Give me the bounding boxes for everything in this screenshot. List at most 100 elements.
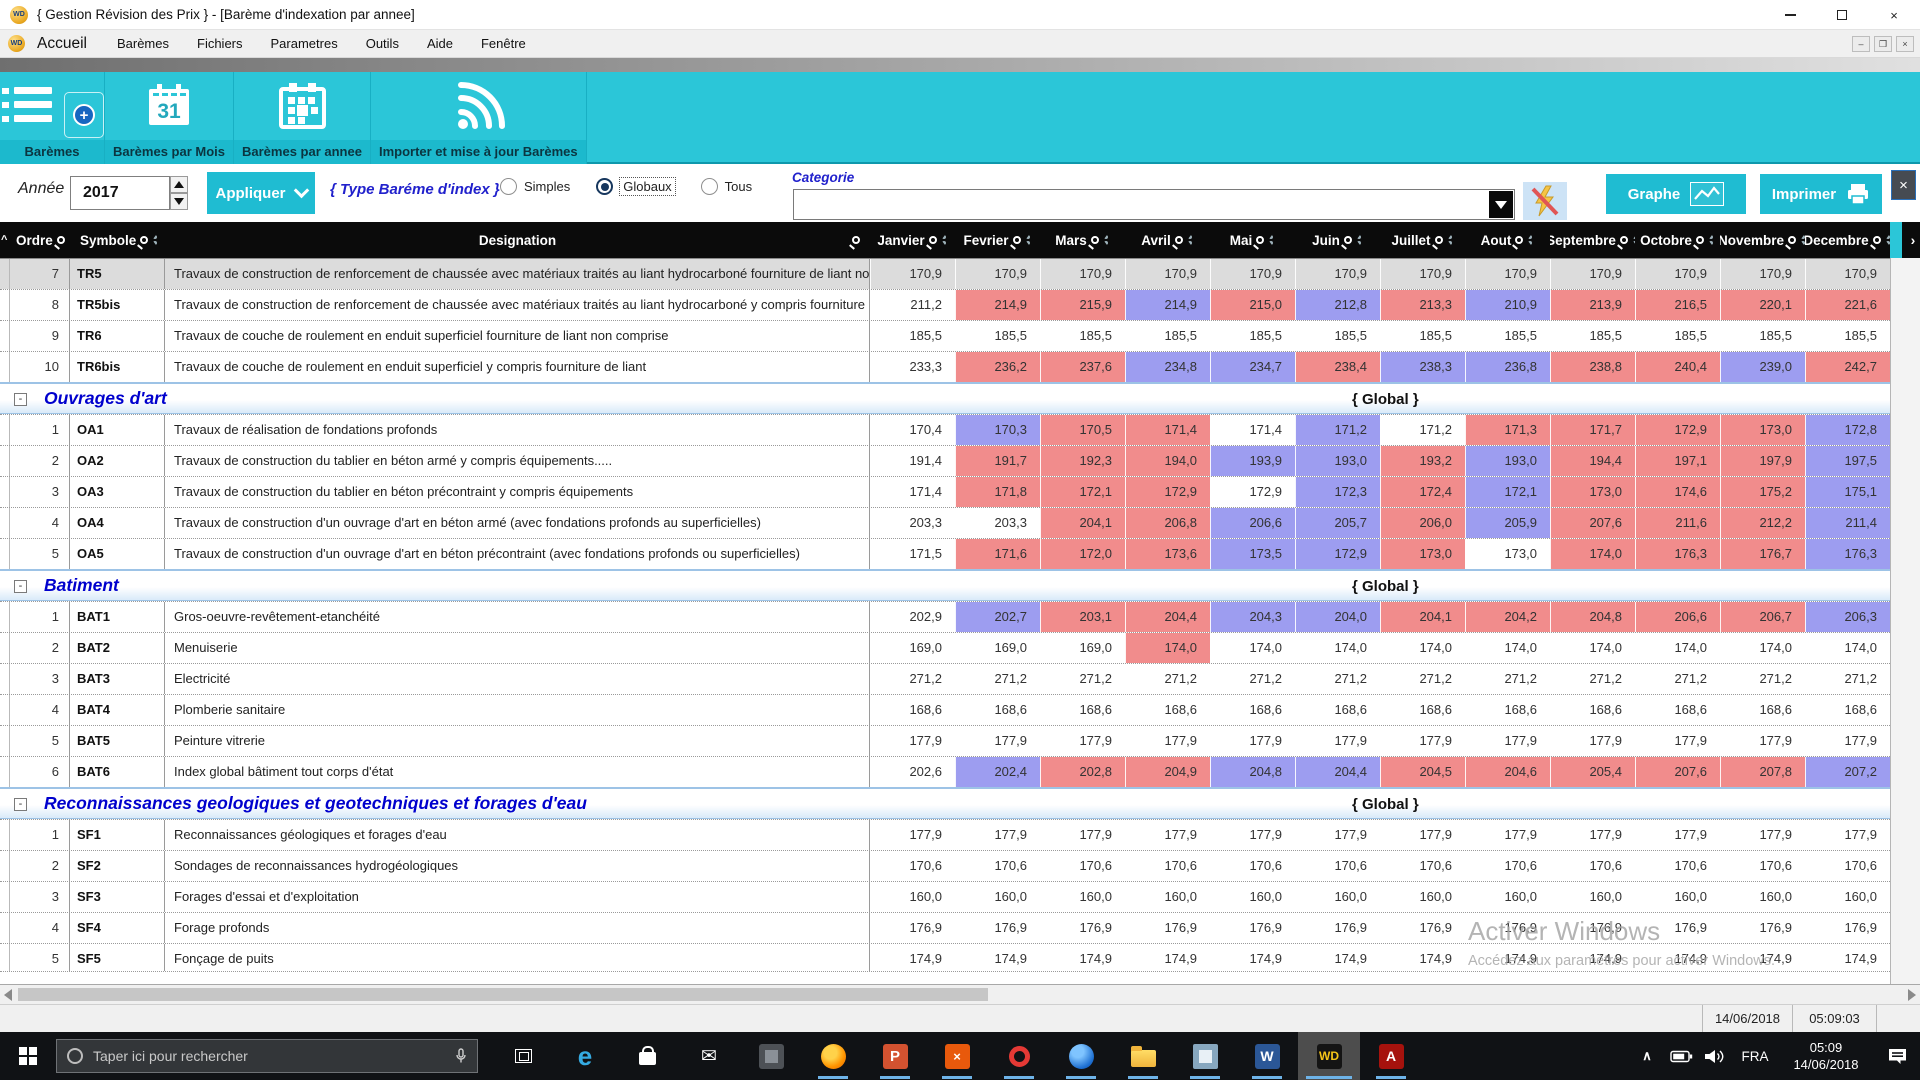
search-magnifier-icon[interactable] <box>1013 236 1021 244</box>
search-magnifier-icon[interactable] <box>1175 236 1183 244</box>
cell-month-value[interactable]: 170,5 <box>1040 415 1125 445</box>
search-magnifier-icon[interactable] <box>1515 236 1523 244</box>
cell-month-value[interactable]: 206,3 <box>1805 602 1890 632</box>
file-explorer-icon[interactable] <box>1112 1032 1174 1080</box>
no-flash-button[interactable] <box>1523 182 1567 220</box>
cell-month-value[interactable]: 170,6 <box>1805 851 1890 881</box>
cell-month-value[interactable]: 177,9 <box>955 820 1040 850</box>
cell-month-value[interactable]: 176,9 <box>955 913 1040 943</box>
orange-app-icon[interactable]: × <box>926 1032 988 1080</box>
cell-designation[interactable]: Travaux de construction du tablier en bé… <box>165 446 870 476</box>
cell-month-value[interactable]: 194,4 <box>1550 446 1635 476</box>
cell-month-value[interactable]: 170,9 <box>870 259 955 289</box>
header-month-novembre[interactable]: Novembre <box>1720 222 1805 258</box>
cell-designation[interactable]: Gros-oeuvre-revêtement-etanchéité <box>165 602 870 632</box>
cell-month-value[interactable]: 207,8 <box>1720 757 1805 787</box>
categorie-dropdown-button[interactable] <box>1489 191 1513 218</box>
cell-month-value[interactable]: 271,2 <box>1380 664 1465 694</box>
cell-ordre[interactable]: 6 <box>10 757 70 787</box>
cell-ordre[interactable]: 4 <box>10 508 70 538</box>
cell-month-value[interactable]: 174,0 <box>1465 633 1550 663</box>
cell-month-value[interactable]: 204,3 <box>1210 602 1295 632</box>
cell-month-value[interactable]: 177,9 <box>1635 820 1720 850</box>
header-month-decembre[interactable]: Decembre <box>1805 222 1890 258</box>
cell-month-value[interactable]: 174,0 <box>1295 633 1380 663</box>
menu-item-baremes[interactable]: Barèmes <box>103 30 183 58</box>
tray-chevron-up-icon[interactable]: ∧ <box>1630 1032 1664 1080</box>
cell-month-value[interactable]: 172,9 <box>1635 415 1720 445</box>
cell-month-value[interactable]: 233,3 <box>870 352 955 382</box>
cell-designation[interactable]: Travaux de construction de renforcement … <box>165 259 870 289</box>
cell-month-value[interactable]: 193,0 <box>1465 446 1550 476</box>
cell-month-value[interactable]: 172,8 <box>1805 415 1890 445</box>
cell-designation[interactable]: Travaux de construction du tablier en bé… <box>165 477 870 507</box>
cell-month-value[interactable]: 204,0 <box>1295 602 1380 632</box>
cell-month-value[interactable]: 170,9 <box>1040 259 1125 289</box>
cell-month-value[interactable]: 271,2 <box>1125 664 1210 694</box>
cell-month-value[interactable]: 193,2 <box>1380 446 1465 476</box>
cell-month-value[interactable]: 177,9 <box>1040 726 1125 756</box>
cell-month-value[interactable]: 170,6 <box>1720 851 1805 881</box>
cell-month-value[interactable]: 174,9 <box>870 944 955 974</box>
cell-month-value[interactable]: 204,8 <box>1210 757 1295 787</box>
cell-ordre[interactable]: 2 <box>10 633 70 663</box>
search-magnifier-icon[interactable] <box>1873 236 1881 244</box>
cell-month-value[interactable]: 174,9 <box>1040 944 1125 974</box>
cell-month-value[interactable]: 238,3 <box>1380 352 1465 382</box>
cell-month-value[interactable]: 174,9 <box>1295 944 1380 974</box>
table-row-bat4[interactable]: 4BAT4Plomberie sanitaire168,6168,6168,61… <box>0 694 1920 725</box>
cell-month-value[interactable]: 174,0 <box>1380 633 1465 663</box>
cell-ordre[interactable]: 5 <box>10 726 70 756</box>
cell-month-value[interactable]: 160,0 <box>1550 882 1635 912</box>
cell-month-value[interactable]: 168,6 <box>1295 695 1380 725</box>
cell-month-value[interactable]: 177,9 <box>1380 820 1465 850</box>
cell-month-value[interactable]: 197,9 <box>1720 446 1805 476</box>
cell-month-value[interactable]: 202,4 <box>955 757 1040 787</box>
cell-designation[interactable]: Plomberie sanitaire <box>165 695 870 725</box>
cell-month-value[interactable]: 194,0 <box>1125 446 1210 476</box>
cell-month-value[interactable]: 212,8 <box>1295 290 1380 320</box>
cell-ordre[interactable]: 4 <box>10 695 70 725</box>
panel-close-button[interactable]: × <box>1891 170 1916 200</box>
menu-item-aide[interactable]: Aide <box>413 30 467 58</box>
cell-month-value[interactable]: 203,1 <box>1040 602 1125 632</box>
header-month-avril[interactable]: Avril <box>1125 222 1210 258</box>
cell-designation[interactable]: Travaux de construction d'un ouvrage d'a… <box>165 539 870 569</box>
cell-month-value[interactable]: 234,7 <box>1210 352 1295 382</box>
cell-symbole[interactable]: BAT3 <box>70 664 165 694</box>
cell-month-value[interactable]: 271,2 <box>1465 664 1550 694</box>
search-magnifier-icon[interactable] <box>929 236 937 244</box>
battery-icon[interactable] <box>1664 1032 1698 1080</box>
cell-ordre[interactable]: 3 <box>10 477 70 507</box>
search-magnifier-icon[interactable] <box>140 236 148 244</box>
cell-month-value[interactable]: 170,6 <box>1465 851 1550 881</box>
menu-item-fichiers[interactable]: Fichiers <box>183 30 257 58</box>
cell-month-value[interactable]: 185,5 <box>1295 321 1380 351</box>
cell-month-value[interactable]: 171,5 <box>870 539 955 569</box>
search-magnifier-icon[interactable] <box>1435 236 1443 244</box>
cell-month-value[interactable]: 173,6 <box>1125 539 1210 569</box>
cell-month-value[interactable]: 173,0 <box>1465 539 1550 569</box>
cell-month-value[interactable]: 160,0 <box>1465 882 1550 912</box>
spinner-up-button[interactable] <box>170 176 188 193</box>
cell-month-value[interactable]: 171,3 <box>1465 415 1550 445</box>
header-month-aout[interactable]: Aout <box>1465 222 1550 258</box>
search-magnifier-icon[interactable] <box>852 236 860 244</box>
cell-symbole[interactable]: TR6bis <box>70 352 165 382</box>
cell-month-value[interactable]: 185,5 <box>1125 321 1210 351</box>
cell-month-value[interactable]: 177,9 <box>1550 820 1635 850</box>
cell-month-value[interactable]: 170,9 <box>1295 259 1380 289</box>
cell-month-value[interactable]: 207,6 <box>1550 508 1635 538</box>
cell-month-value[interactable]: 160,0 <box>1635 882 1720 912</box>
cell-month-value[interactable]: 212,2 <box>1720 508 1805 538</box>
cell-month-value[interactable]: 236,2 <box>955 352 1040 382</box>
cell-month-value[interactable]: 206,6 <box>1210 508 1295 538</box>
cell-month-value[interactable]: 203,3 <box>955 508 1040 538</box>
cell-ordre[interactable]: 4 <box>10 913 70 943</box>
cell-month-value[interactable]: 168,6 <box>1635 695 1720 725</box>
cell-month-value[interactable]: 215,0 <box>1210 290 1295 320</box>
cell-designation[interactable]: Peinture vitrerie <box>165 726 870 756</box>
cell-month-value[interactable]: 177,9 <box>1465 820 1550 850</box>
cell-month-value[interactable]: 172,9 <box>1210 477 1295 507</box>
cell-month-value[interactable]: 174,0 <box>1720 633 1805 663</box>
